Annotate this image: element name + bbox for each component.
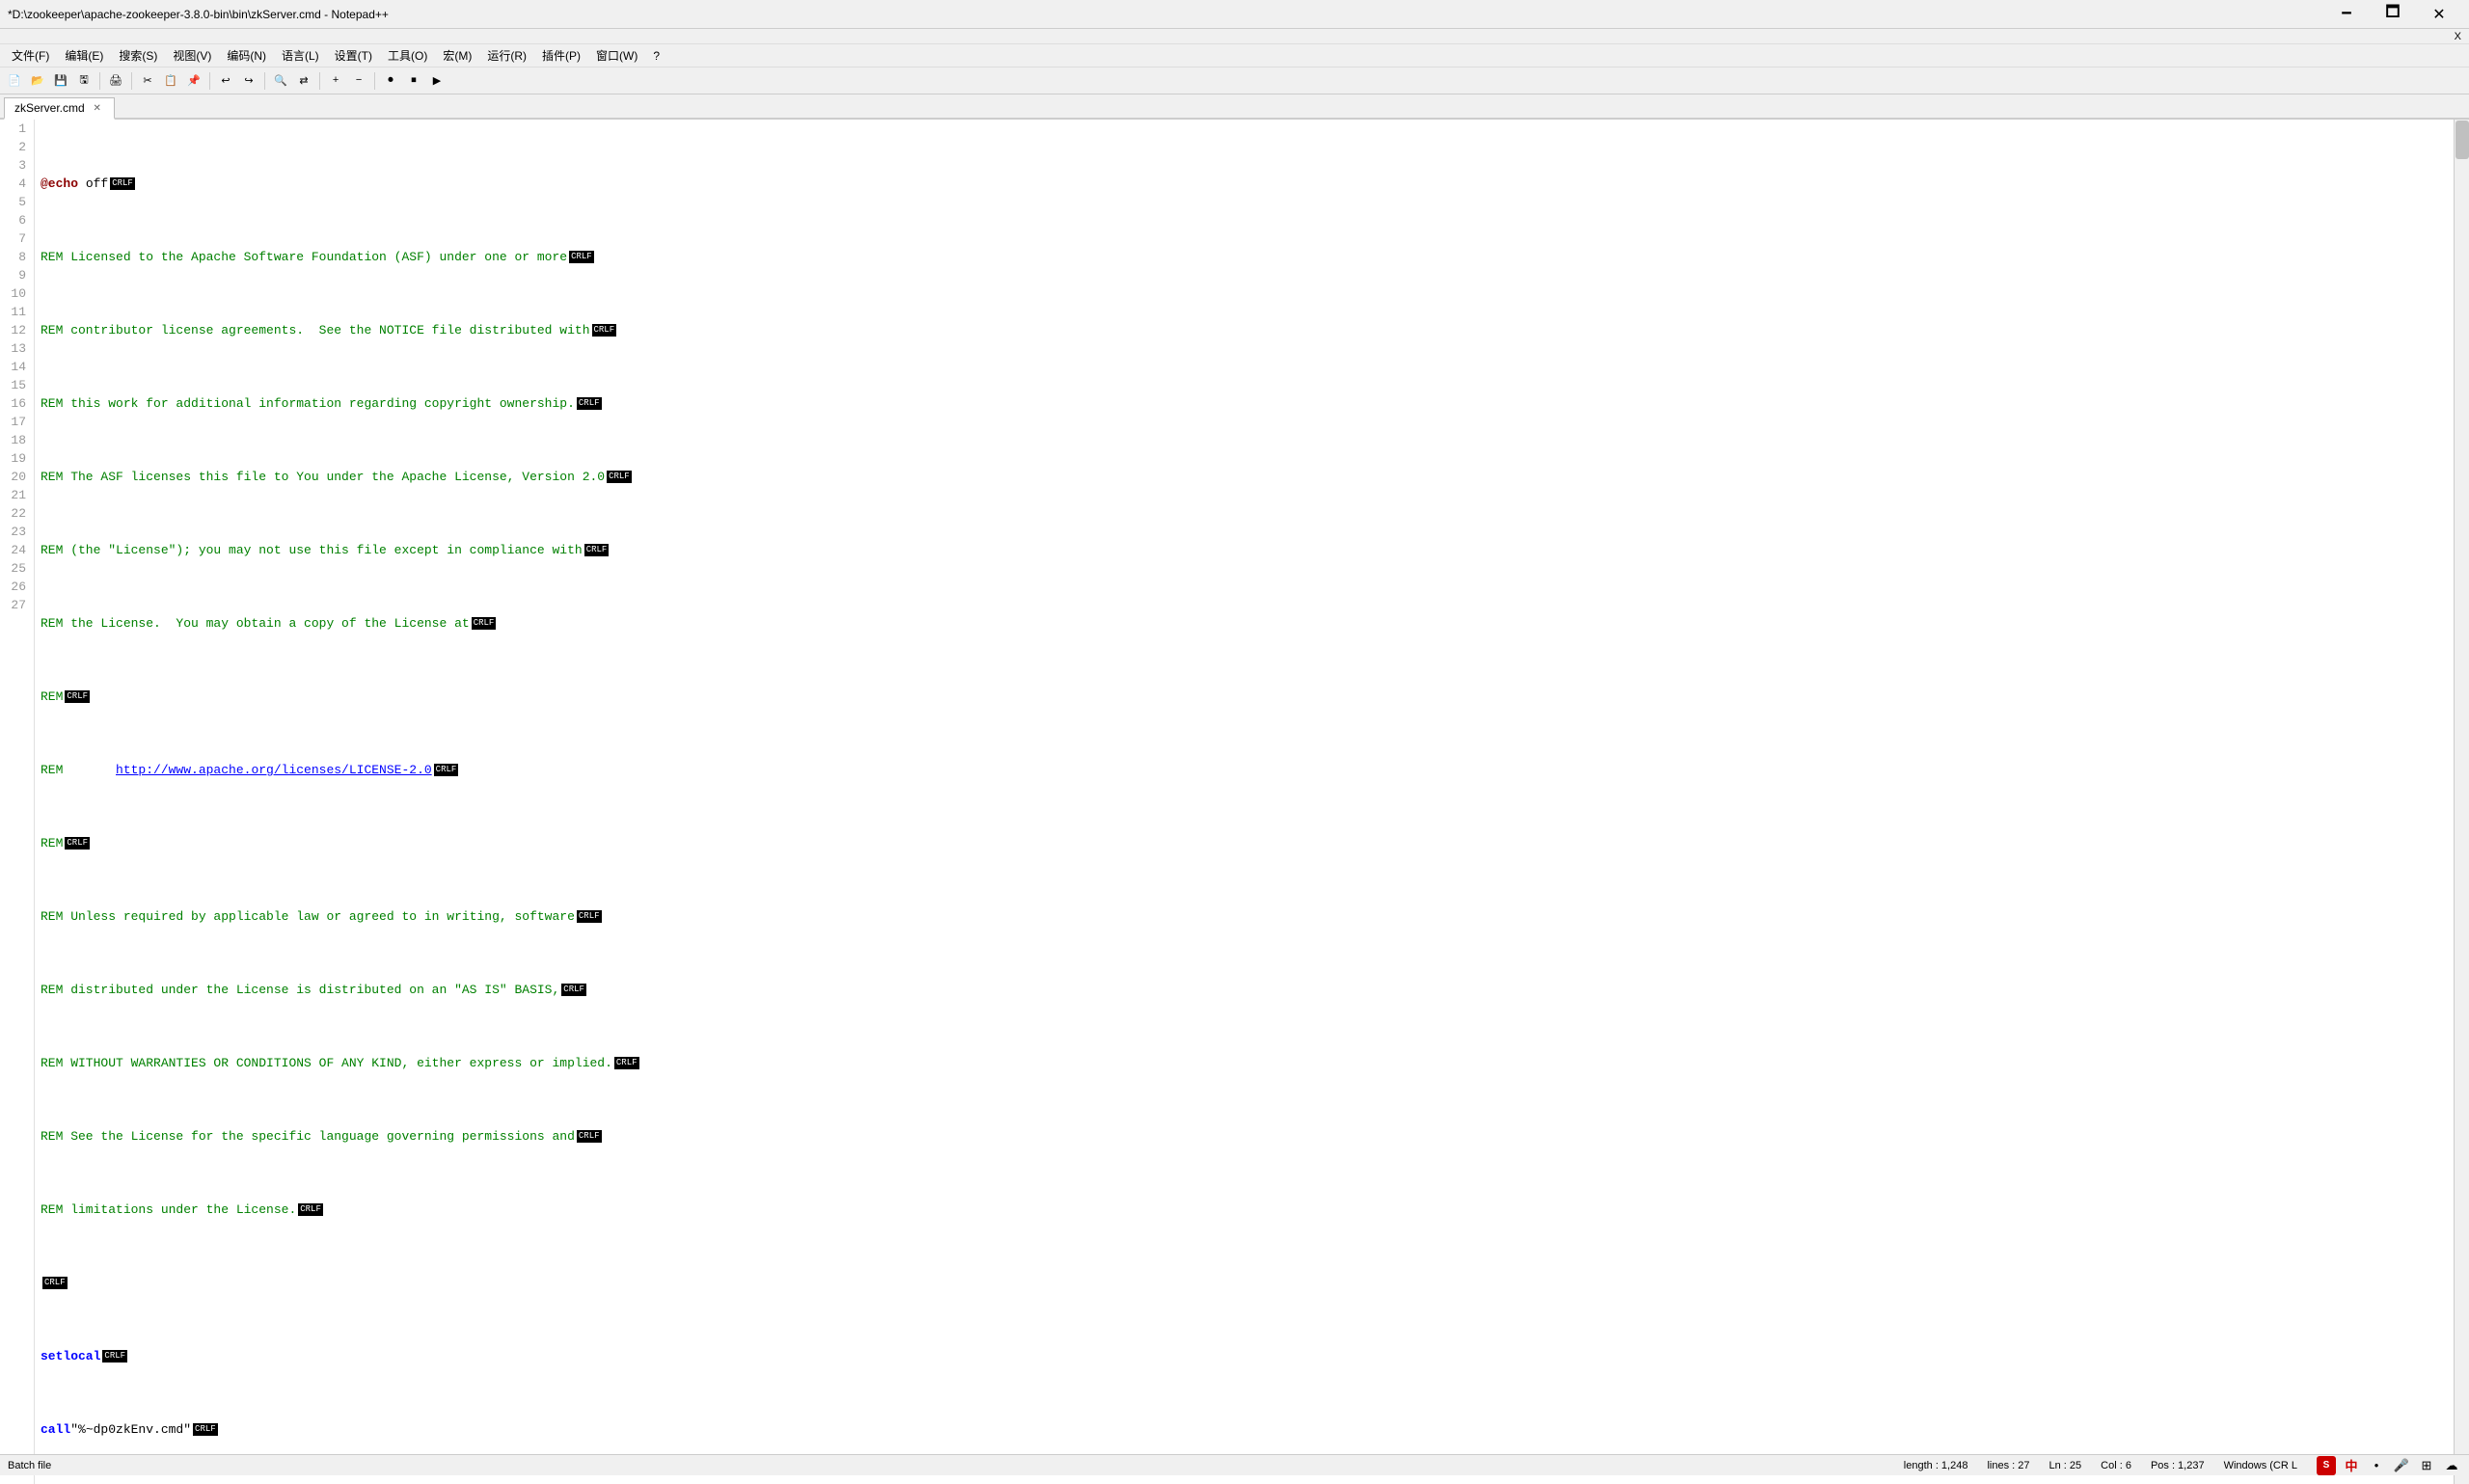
toolbar: 📄 📂 💾 🖫 🖨 ✂ 📋 📌 ↩ ↪ 🔍 ⇄ + − ⏺ ⏹ ▶ <box>0 67 2469 94</box>
toolbar-sep-4 <box>264 72 265 90</box>
status-col: Col : 6 <box>2101 1460 2131 1471</box>
toolbar-open[interactable]: 📂 <box>27 70 48 92</box>
code-line-3: REM contributor license agreements. See … <box>39 321 2450 339</box>
toolbar-sep-6 <box>374 72 375 90</box>
code-line-18: call "%~dp0zkEnv.cmd"CRLF <box>39 1420 2450 1439</box>
sogou-dot-icon[interactable]: • <box>2367 1456 2386 1475</box>
menu-settings[interactable]: 设置(T) <box>327 45 380 66</box>
toolbar-replace[interactable]: ⇄ <box>293 70 314 92</box>
toolbar-sep-2 <box>131 72 132 90</box>
window-controls: 🗕 🗖 ✕ <box>2324 0 2461 29</box>
toolbar-print[interactable]: 🖨 <box>105 70 126 92</box>
status-ln: Ln : 25 <box>2049 1460 2082 1471</box>
toolbar-zoom-out[interactable]: − <box>348 70 369 92</box>
toolbar-macro-record[interactable]: ⏺ <box>380 70 401 92</box>
sogou-s-icon: S <box>2317 1456 2336 1475</box>
menu-run[interactable]: 运行(R) <box>479 45 534 66</box>
toolbar-save-all[interactable]: 🖫 <box>73 70 95 92</box>
toolbar-paste[interactable]: 📌 <box>183 70 204 92</box>
code-line-11: REM Unless required by applicable law or… <box>39 907 2450 926</box>
tab-zk-server[interactable]: zkServer.cmd ✕ <box>4 97 115 120</box>
code-line-13: REM WITHOUT WARRANTIES OR CONDITIONS OF … <box>39 1054 2450 1072</box>
secondary-title-bar: X <box>0 29 2469 44</box>
system-tray: S 中 • 🎤 ⊞ ☁ <box>2317 1456 2461 1475</box>
code-line-10: REMCRLF <box>39 834 2450 852</box>
menu-view[interactable]: 视图(V) <box>165 45 219 66</box>
status-lines: lines : 27 <box>1987 1460 2029 1471</box>
tab-label: zkServer.cmd <box>14 101 85 115</box>
status-encoding: Windows (CR L <box>2224 1460 2297 1471</box>
menu-macro[interactable]: 宏(M) <box>435 45 479 66</box>
menu-file[interactable]: 文件(F) <box>4 45 57 66</box>
code-line-4: REM this work for additional information… <box>39 394 2450 413</box>
title-text: *D:\zookeeper\apache-zookeeper-3.8.0-bin… <box>8 8 2324 21</box>
scrollbar-vertical[interactable] <box>2454 120 2469 1484</box>
toolbar-redo[interactable]: ↪ <box>238 70 259 92</box>
toolbar-save[interactable]: 💾 <box>50 70 71 92</box>
sogou-monitor-icon[interactable]: ⊞ <box>2417 1456 2436 1475</box>
toolbar-sep-5 <box>319 72 320 90</box>
menu-window[interactable]: 窗口(W) <box>588 45 645 66</box>
toolbar-sep-3 <box>209 72 210 90</box>
minimize-button[interactable]: 🗕 <box>2324 0 2369 29</box>
code-line-6: REM (the "License"); you may not use thi… <box>39 541 2450 559</box>
menu-tools[interactable]: 工具(O) <box>380 45 435 66</box>
code-line-8: REMCRLF <box>39 688 2450 706</box>
status-right: length : 1,248 lines : 27 Ln : 25 Col : … <box>1904 1456 2461 1475</box>
status-pos: Pos : 1,237 <box>2151 1460 2205 1471</box>
menu-encode[interactable]: 编码(N) <box>219 45 274 66</box>
sogou-cloud-icon[interactable]: ☁ <box>2442 1456 2461 1475</box>
toolbar-macro-play[interactable]: ▶ <box>426 70 448 92</box>
code-line-14: REM See the License for the specific lan… <box>39 1127 2450 1146</box>
status-file-type: Batch file <box>8 1460 1904 1471</box>
close-button[interactable]: ✕ <box>2417 0 2461 29</box>
menu-search[interactable]: 搜索(S) <box>111 45 165 66</box>
status-bar: Batch file length : 1,248 lines : 27 Ln … <box>0 1454 2469 1475</box>
line-numbers: 12345 678910 1112131415 1617181920 21222… <box>0 120 35 1484</box>
code-line-9: REM http://www.apache.org/licenses/LICEN… <box>39 761 2450 779</box>
code-line-12: REM distributed under the License is dis… <box>39 981 2450 999</box>
toolbar-undo[interactable]: ↩ <box>215 70 236 92</box>
code-line-1: @echo offCRLF <box>39 175 2450 193</box>
code-area[interactable]: @echo offCRLF REM Licensed to the Apache… <box>35 120 2454 1484</box>
toolbar-cut[interactable]: ✂ <box>137 70 158 92</box>
code-line-5: REM The ASF licenses this file to You un… <box>39 468 2450 486</box>
toolbar-macro-stop[interactable]: ⏹ <box>403 70 424 92</box>
editor-container: 12345 678910 1112131415 1617181920 21222… <box>0 120 2469 1484</box>
toolbar-zoom-in[interactable]: + <box>325 70 346 92</box>
status-length: length : 1,248 <box>1904 1460 1968 1471</box>
sogou-zh-icon[interactable]: 中 <box>2342 1456 2361 1475</box>
menu-language[interactable]: 语言(L) <box>274 45 327 66</box>
code-line-7: REM the License. You may obtain a copy o… <box>39 614 2450 633</box>
tab-bar: zkServer.cmd ✕ <box>0 94 2469 120</box>
toolbar-copy[interactable]: 📋 <box>160 70 181 92</box>
code-line-17: setlocalCRLF <box>39 1347 2450 1365</box>
menu-plugins[interactable]: 插件(P) <box>534 45 588 66</box>
menu-help[interactable]: ? <box>645 47 667 65</box>
tab-close-button[interactable]: ✕ <box>91 101 104 115</box>
close-x-button[interactable]: X <box>2455 31 2461 42</box>
menu-edit[interactable]: 编辑(E) <box>57 45 111 66</box>
code-line-16: CRLF <box>39 1274 2450 1292</box>
code-line-2: REM Licensed to the Apache Software Foun… <box>39 248 2450 266</box>
title-bar: *D:\zookeeper\apache-zookeeper-3.8.0-bin… <box>0 0 2469 29</box>
menu-bar: 文件(F) 编辑(E) 搜索(S) 视图(V) 编码(N) 语言(L) 设置(T… <box>0 44 2469 67</box>
toolbar-find[interactable]: 🔍 <box>270 70 291 92</box>
toolbar-new[interactable]: 📄 <box>4 70 25 92</box>
toolbar-sep-1 <box>99 72 100 90</box>
maximize-button[interactable]: 🗖 <box>2371 0 2415 29</box>
code-line-15: REM limitations under the License.CRLF <box>39 1201 2450 1219</box>
sogou-mic-icon[interactable]: 🎤 <box>2392 1456 2411 1475</box>
